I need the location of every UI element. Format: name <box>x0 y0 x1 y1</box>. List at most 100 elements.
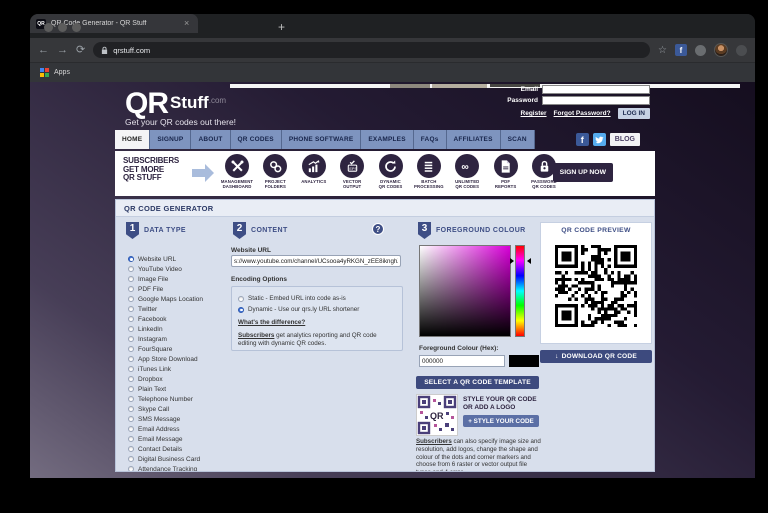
radio-icon[interactable] <box>128 436 134 442</box>
radio-icon[interactable] <box>128 396 134 402</box>
password-field[interactable] <box>542 96 650 105</box>
data-type-option-image-file[interactable]: Image File <box>128 274 228 284</box>
radio-icon[interactable] <box>128 356 134 362</box>
tab-close-icon[interactable]: × <box>184 19 189 28</box>
twitter-icon[interactable] <box>593 133 606 146</box>
browser-menu-icon[interactable] <box>736 45 747 56</box>
radio-icon[interactable] <box>128 406 134 412</box>
email-field[interactable] <box>542 85 650 94</box>
radio-icon[interactable] <box>128 306 134 312</box>
hue-slider-handle[interactable] <box>527 258 531 264</box>
whats-the-difference-link[interactable]: What's the difference? <box>238 319 396 326</box>
data-type-option-email-message[interactable]: Email Message <box>128 434 228 444</box>
radio-icon[interactable] <box>128 446 134 452</box>
radio-icon[interactable] <box>128 276 134 282</box>
apps-grid-icon[interactable] <box>40 68 49 77</box>
data-type-option-website-url[interactable]: Website URL <box>128 254 228 264</box>
radio-icon[interactable] <box>128 386 134 392</box>
data-type-option-instagram[interactable]: Instagram <box>128 334 228 344</box>
download-qr-button[interactable]: ↓ DOWNLOAD QR CODE <box>540 350 652 363</box>
new-tab-button[interactable]: + <box>278 21 285 33</box>
data-type-option-foursquare[interactable]: FourSquare <box>128 344 228 354</box>
data-type-label: Skype Call <box>138 406 169 413</box>
select-template-button[interactable]: SELECT A QR CODE TEMPLATE <box>416 376 539 389</box>
bookmark-star-icon[interactable]: ☆ <box>658 45 667 56</box>
hue-slider-handle[interactable] <box>510 258 514 264</box>
radio-icon[interactable] <box>238 307 244 313</box>
radio-icon[interactable] <box>128 366 134 372</box>
radio-icon[interactable] <box>128 376 134 382</box>
help-icon[interactable]: ? <box>372 223 384 235</box>
website-url-input[interactable] <box>231 255 401 267</box>
apps-label[interactable]: Apps <box>54 69 70 76</box>
radio-icon[interactable] <box>128 336 134 342</box>
radio-icon[interactable] <box>128 266 134 272</box>
nav-tab-signup[interactable]: SIGNUP <box>150 130 191 149</box>
radio-icon[interactable] <box>128 316 134 322</box>
nav-tab-faqs[interactable]: FAQs <box>414 130 447 149</box>
data-type-option-sms-message[interactable]: SMS Message <box>128 414 228 424</box>
radio-icon[interactable] <box>128 256 134 262</box>
extension-icon[interactable] <box>695 45 706 56</box>
style-your-code-button[interactable]: + STYLE YOUR CODE <box>463 415 539 427</box>
encoding-option-dynamic[interactable]: Dynamic - Use our qrs.ly URL shortener <box>238 306 396 313</box>
nav-tab-scan[interactable]: SCAN <box>501 130 535 149</box>
data-type-option-twitter[interactable]: Twitter <box>128 304 228 314</box>
nav-tab-examples[interactable]: EXAMPLES <box>361 130 413 149</box>
forgot-password-link[interactable]: Forgot Password? <box>554 110 611 117</box>
hex-input[interactable] <box>419 355 505 367</box>
data-type-option-google-maps-location[interactable]: Google Maps Location <box>128 294 228 304</box>
back-icon[interactable]: ← <box>38 45 49 56</box>
data-type-option-app-store-download[interactable]: App Store Download <box>128 354 228 364</box>
data-type-option-email-address[interactable]: Email Address <box>128 424 228 434</box>
forward-icon[interactable]: → <box>57 45 68 56</box>
radio-icon[interactable] <box>128 426 134 432</box>
register-link[interactable]: Register <box>521 110 547 117</box>
data-type-option-itunes-link[interactable]: iTunes Link <box>128 364 228 374</box>
nav-tab-phone-software[interactable]: PHONE SOFTWARE <box>282 130 362 149</box>
feature-management: MANAGEMENTDASHBOARD <box>218 154 256 194</box>
nav-tab-about[interactable]: ABOUT <box>191 130 230 149</box>
radio-icon[interactable] <box>128 416 134 422</box>
radio-icon[interactable] <box>128 456 134 462</box>
data-type-option-youtube-video[interactable]: YouTube Video <box>128 264 228 274</box>
facebook-extension-icon[interactable]: f <box>675 44 687 56</box>
site-logo[interactable]: QR Stuff .com Get your QR codes out ther… <box>125 92 236 127</box>
facebook-icon[interactable]: f <box>576 133 589 146</box>
reload-icon[interactable]: ⟳ <box>76 45 85 56</box>
window-close-button[interactable] <box>44 23 53 32</box>
hue-slider[interactable] <box>515 245 525 337</box>
radio-icon[interactable] <box>128 296 134 302</box>
login-button[interactable]: LOG IN <box>618 108 650 119</box>
nav-tab-qr-codes[interactable]: QR CODES <box>231 130 282 149</box>
subscribers-link[interactable]: Subscribers <box>416 438 452 445</box>
radio-icon[interactable] <box>128 286 134 292</box>
browser-tab[interactable]: QR QR Code Generator - QR Stuff × <box>30 14 198 33</box>
style-your-code-text: STYLE YOUR QR CODE OR ADD A LOGO <box>463 396 541 411</box>
data-type-option-attendance-tracking[interactable]: Attendance Tracking <box>128 464 228 472</box>
radio-icon[interactable] <box>128 346 134 352</box>
window-minimize-button[interactable] <box>58 23 67 32</box>
data-type-option-linkedin[interactable]: LinkedIn <box>128 324 228 334</box>
data-type-option-telephone-number[interactable]: Telephone Number <box>128 394 228 404</box>
radio-icon[interactable] <box>238 296 244 302</box>
profile-avatar[interactable] <box>714 43 728 57</box>
radio-icon[interactable] <box>128 466 134 472</box>
window-zoom-button[interactable] <box>72 23 81 32</box>
data-type-option-pdf-file[interactable]: PDF File <box>128 284 228 294</box>
data-type-option-facebook[interactable]: Facebook <box>128 314 228 324</box>
data-type-option-plain-text[interactable]: Plain Text <box>128 384 228 394</box>
address-bar[interactable]: qrstuff.com <box>93 42 650 58</box>
radio-icon[interactable] <box>128 326 134 332</box>
data-type-option-dropbox[interactable]: Dropbox <box>128 374 228 384</box>
blog-button[interactable]: BLOG <box>610 133 640 146</box>
encoding-option-static[interactable]: Static - Embed URL into code as-is <box>238 295 396 302</box>
nav-tab-home[interactable]: HOME <box>115 130 150 149</box>
saturation-value-picker[interactable] <box>419 245 511 337</box>
data-type-option-contact-details[interactable]: Contact Details <box>128 444 228 454</box>
data-type-option-digital-business-card[interactable]: Digital Business Card <box>128 454 228 464</box>
sign-up-now-button[interactable]: SIGN UP NOW <box>553 163 613 182</box>
data-type-option-skype-call[interactable]: Skype Call <box>128 404 228 414</box>
nav-tab-affiliates[interactable]: AFFILIATES <box>447 130 501 149</box>
subscribers-link[interactable]: Subscribers <box>238 332 274 339</box>
